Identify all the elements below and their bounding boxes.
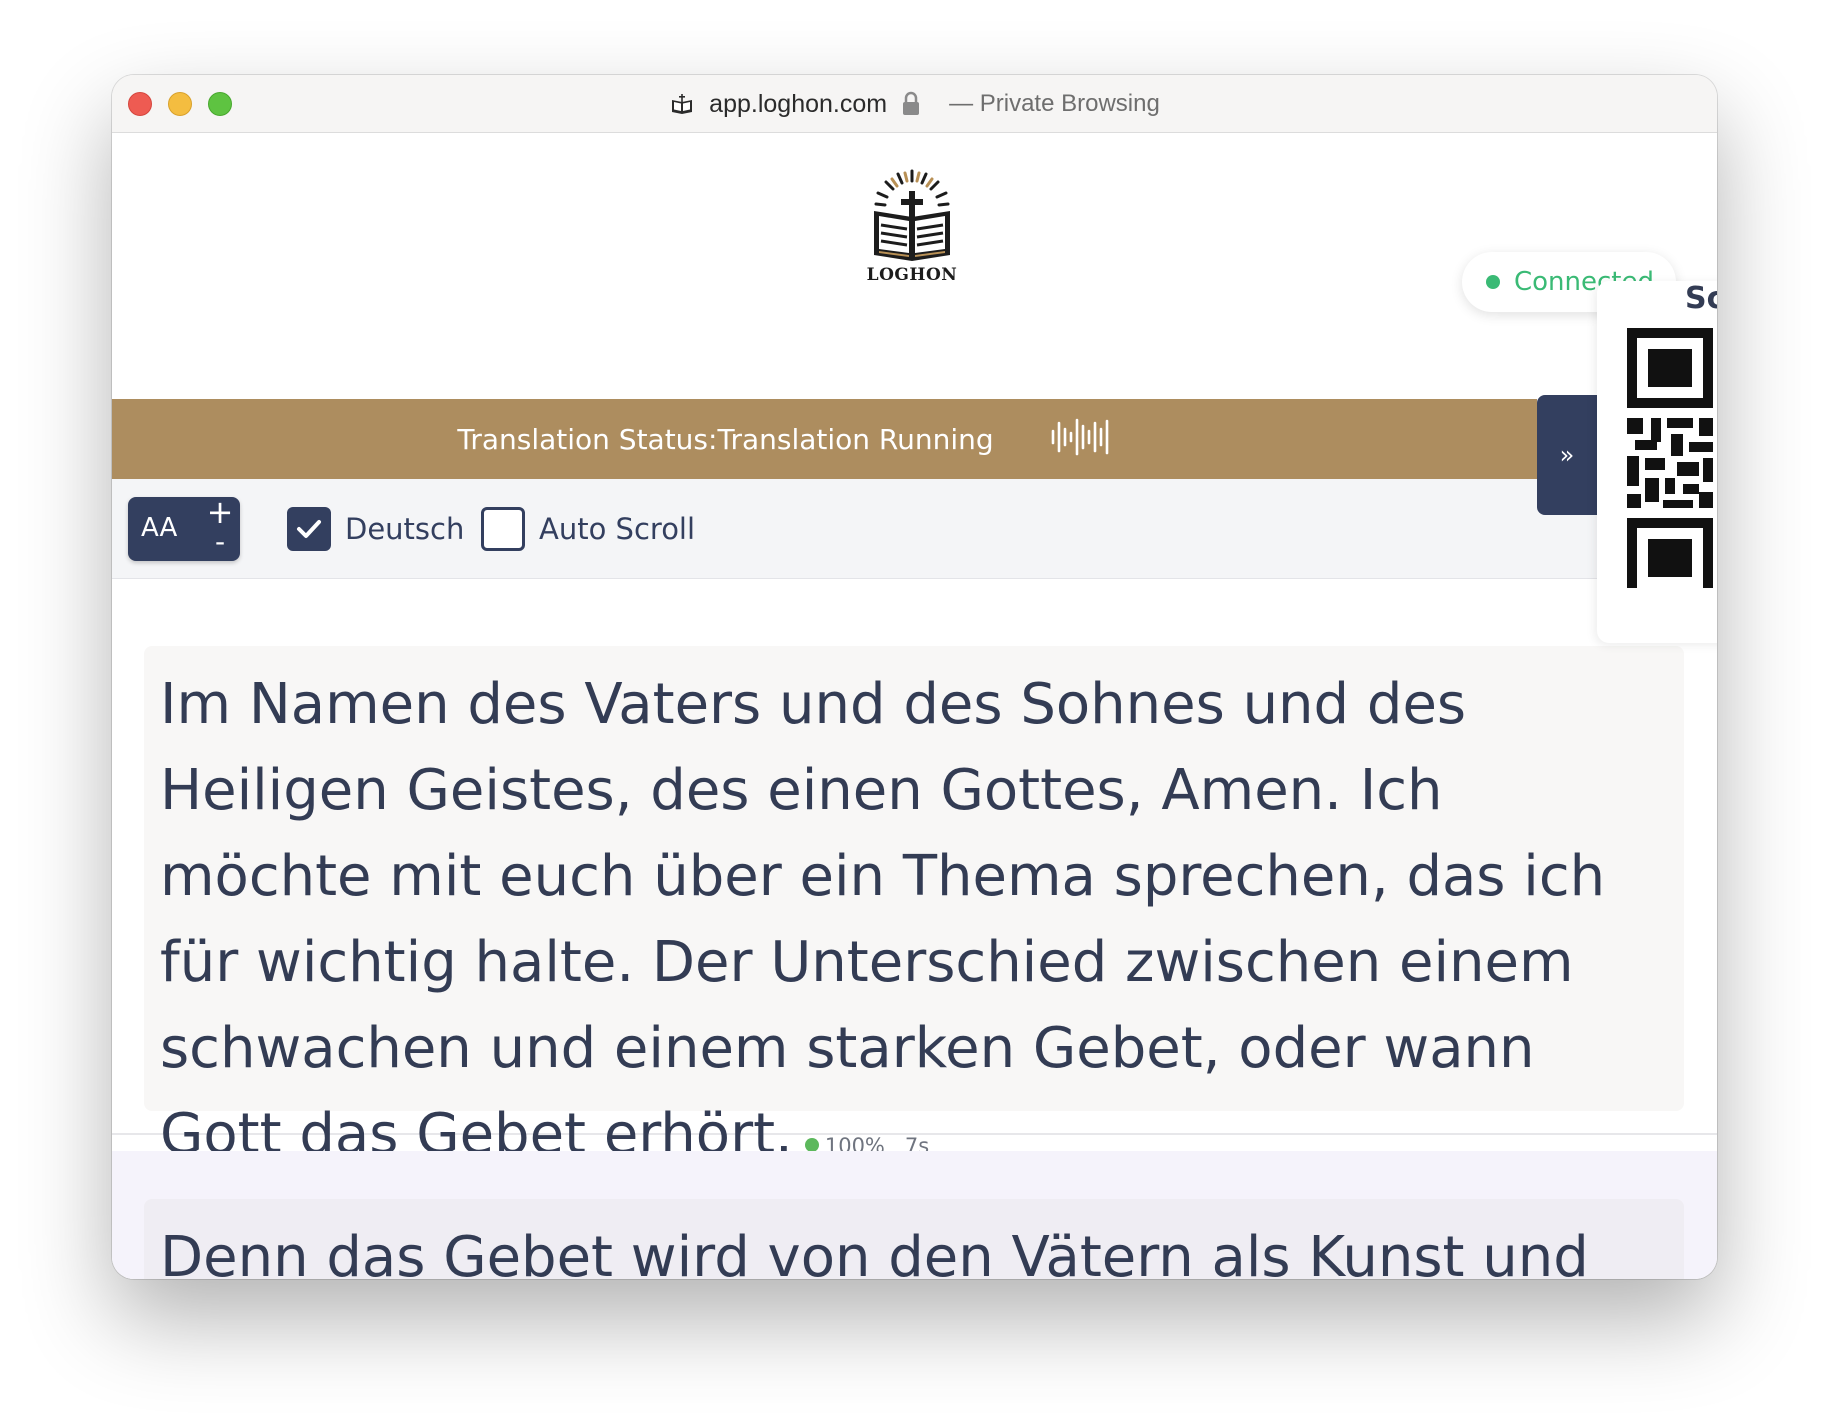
font-decrease-button[interactable]: - (200, 527, 240, 561)
language-toggle[interactable]: Deutsch (287, 507, 464, 551)
check-icon (297, 520, 321, 538)
qr-panel-toggle-button[interactable]: » (1537, 395, 1597, 515)
double-chevron-right-icon: » (1559, 441, 1575, 469)
qr-code-icon[interactable] (1627, 328, 1713, 588)
font-size-label: AA (141, 513, 178, 543)
transcript-segment: Denn das Gebet wird von den Vätern als K… (144, 1199, 1684, 1279)
address-bar[interactable]: app.loghon.com — Private Browsing (112, 75, 1717, 133)
web-page: LOGHON Translation Status:Translation Ru… (112, 133, 1717, 1279)
language-label[interactable]: Deutsch (345, 512, 464, 546)
connection-dot (1486, 275, 1500, 289)
font-increase-button[interactable]: + (200, 495, 240, 529)
status-label: Translation Status: (457, 422, 718, 456)
transcript-row-active: Denn das Gebet wird von den Vätern als K… (112, 1151, 1717, 1279)
qr-panel: Sc (1597, 281, 1717, 643)
reader-toolbar: AA + - Deutsch Auto Scroll (112, 479, 1717, 579)
status-value: Translation Running (717, 422, 994, 456)
translation-status-text: Translation Status:Translation Running (457, 423, 993, 456)
private-browsing-label: — Private Browsing (949, 90, 1160, 117)
auto-scroll-label[interactable]: Auto Scroll (539, 512, 695, 546)
title-bar: app.loghon.com — Private Browsing (112, 75, 1717, 133)
browser-window: app.loghon.com — Private Browsing LOGHON… (112, 75, 1717, 1279)
segment-text: Im Namen des Vaters und des Sohnes und d… (160, 662, 1670, 1189)
url-text[interactable]: app.loghon.com (709, 90, 887, 119)
segment-text-content: Im Namen des Vaters und des Sohnes und d… (160, 672, 1606, 1167)
auto-scroll-checkbox[interactable] (481, 507, 525, 551)
loghon-logo[interactable]: LOGHON (862, 167, 962, 285)
confidence-dot (804, 1138, 819, 1152)
language-checkbox[interactable] (287, 507, 331, 551)
lock-icon (901, 91, 921, 117)
transcript-area[interactable]: Im Namen des Vaters und des Sohnes und d… (112, 580, 1717, 1279)
bible-logo-icon (874, 169, 950, 261)
qr-panel-title: Sc (1685, 281, 1717, 316)
transcript-row: Im Namen des Vaters und des Sohnes und d… (112, 580, 1717, 1167)
font-size-control: AA + - (128, 495, 240, 561)
transcript-segment: Im Namen des Vaters und des Sohnes und d… (144, 646, 1684, 1167)
segment-text: Denn das Gebet wird von den Vätern als K… (160, 1225, 1589, 1279)
audio-wave-icon (1050, 417, 1112, 461)
site-favicon-icon (669, 91, 695, 117)
logo-text: LOGHON (866, 265, 958, 285)
translation-status-bar: Translation Status:Translation Running (112, 399, 1537, 479)
auto-scroll-toggle[interactable]: Auto Scroll (481, 507, 695, 551)
